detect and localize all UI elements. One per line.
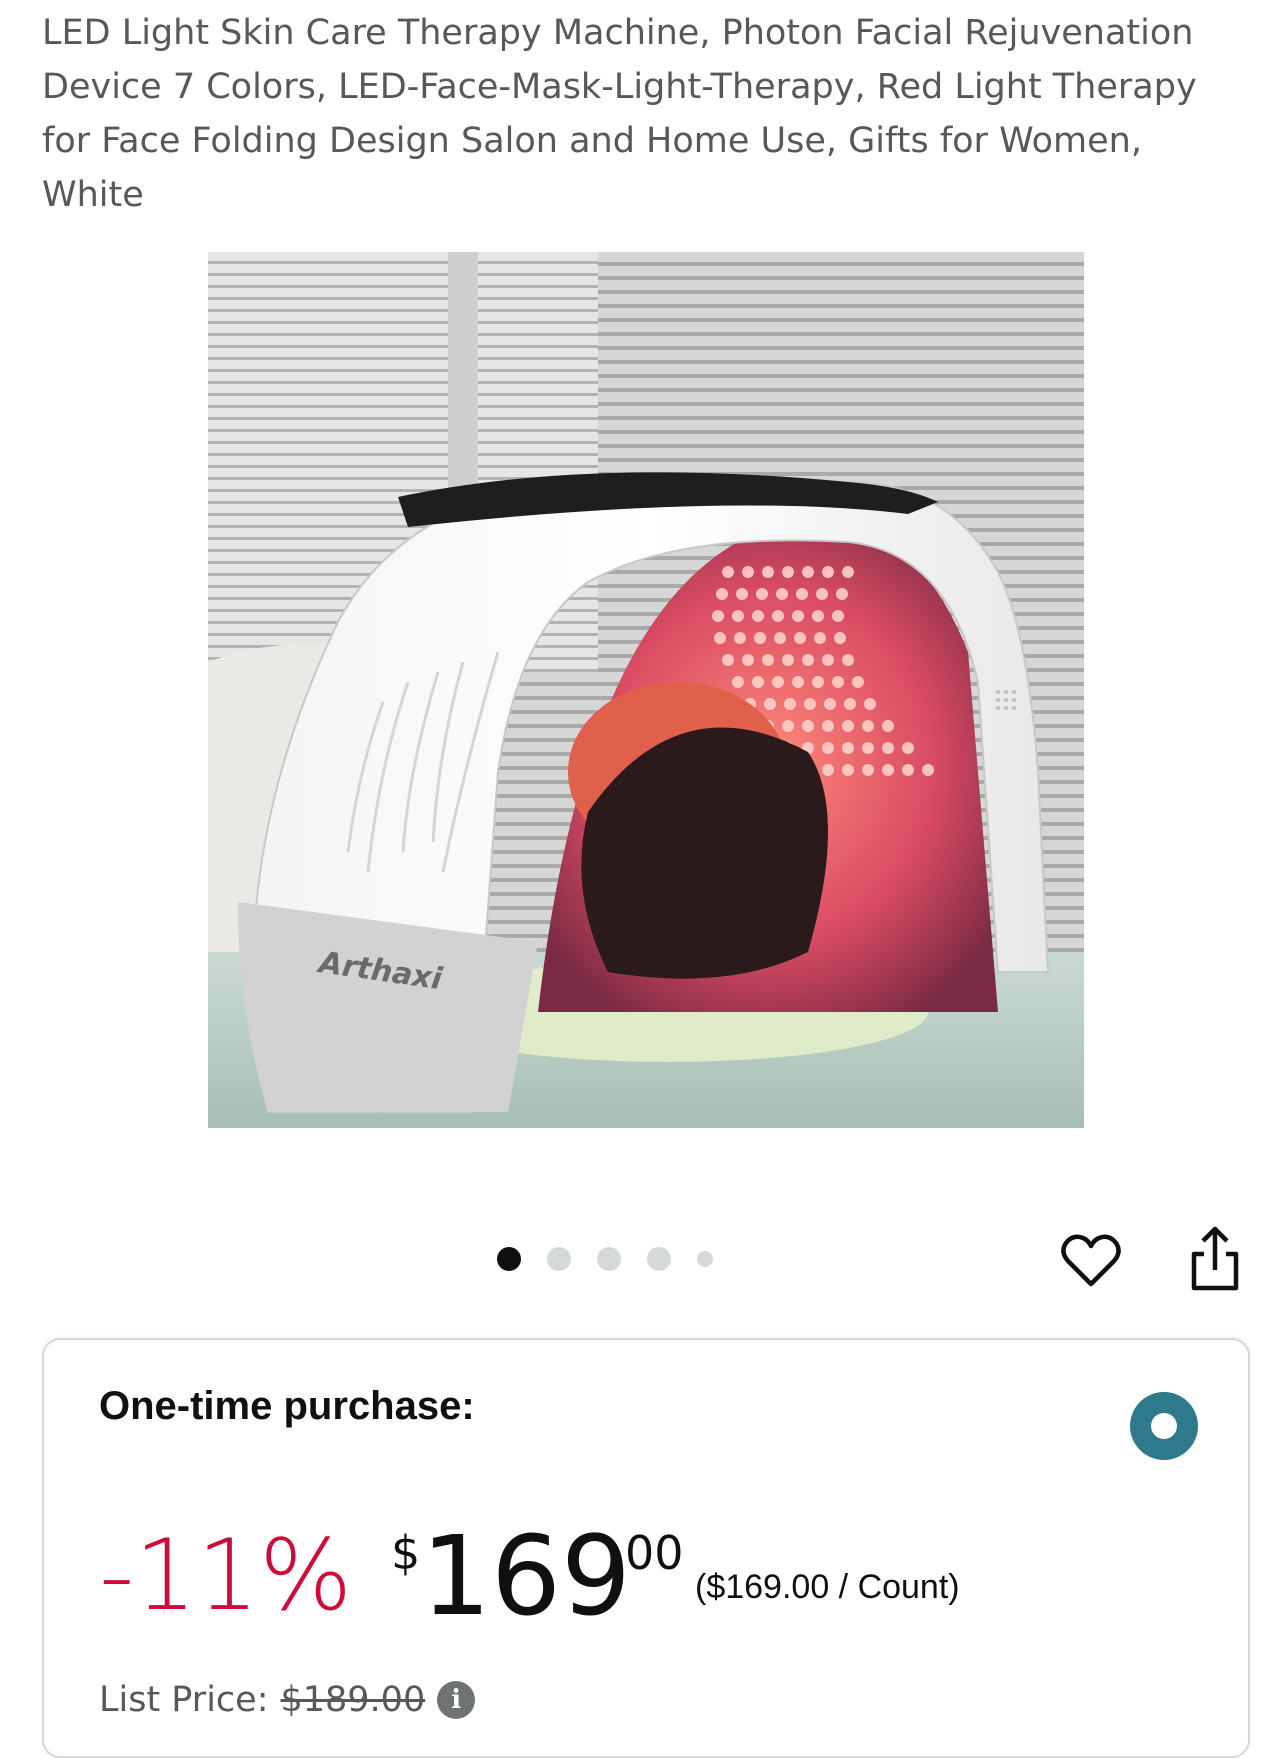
- share-button[interactable]: [1182, 1224, 1248, 1294]
- currency-symbol: $: [391, 1526, 421, 1580]
- carousel-dot[interactable]: [647, 1247, 671, 1271]
- carousel-dot[interactable]: [697, 1251, 713, 1267]
- price-fraction: 00: [625, 1526, 684, 1580]
- product-title: LED Light Skin Care Therapy Machine, Pho…: [42, 13, 1197, 215]
- carousel-dot[interactable]: [597, 1247, 621, 1271]
- carousel-dot[interactable]: [497, 1247, 521, 1271]
- share-icon: [1191, 1226, 1239, 1291]
- favorite-button[interactable]: [1058, 1228, 1124, 1294]
- unit-price: ($169.00 / Count): [695, 1568, 960, 1606]
- heart-icon: [1061, 1234, 1121, 1287]
- radio-selected-indicator: [1151, 1413, 1177, 1439]
- purchase-radio-button[interactable]: [1130, 1392, 1198, 1460]
- list-price-row: List Price: $189.00 i: [99, 1680, 476, 1720]
- list-price-label: List Price:: [99, 1680, 269, 1720]
- list-price-value: $189.00: [280, 1680, 426, 1720]
- carousel-dot[interactable]: [547, 1247, 571, 1271]
- purchase-option-label: One-time purchase:: [99, 1384, 475, 1428]
- discount-percent: -11%: [99, 1519, 353, 1633]
- info-icon[interactable]: i: [437, 1681, 476, 1719]
- price-whole: 169: [421, 1512, 631, 1640]
- purchase-option-card[interactable]: One-time purchase: -11% $ 169 00 ($169.0…: [42, 1338, 1250, 1758]
- product-image[interactable]: Arthaxi: [208, 252, 1084, 1128]
